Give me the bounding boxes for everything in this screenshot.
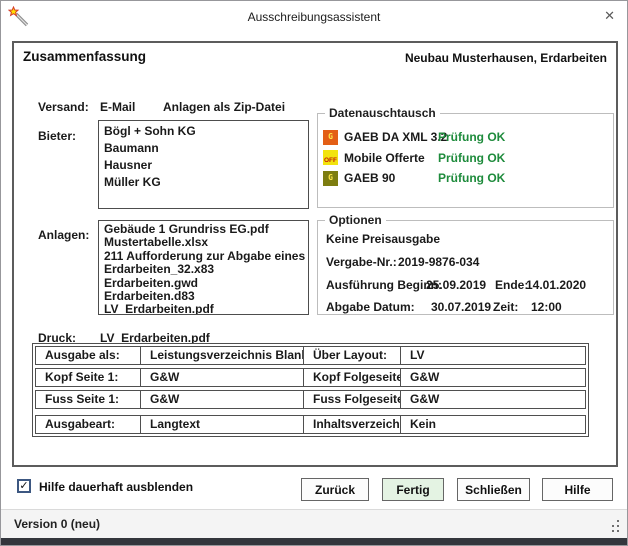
list-item[interactable]: Bögl + Sohn KG [104, 123, 303, 140]
table-cell-label: Fuss Seite 1: [35, 390, 141, 409]
table-cell-label: Ausgabeart: [35, 415, 141, 434]
datenaustausch-group-title: Datenauschtausch [325, 106, 440, 120]
window-title: Ausschreibungsassistent [247, 10, 381, 24]
project-title: Neubau Musterhausen, Erdarbeiten [404, 51, 607, 65]
table-cell-value: Kein [400, 415, 586, 434]
close-icon[interactable]: ✕ [604, 9, 615, 23]
table-cell-value: G&W [400, 368, 586, 387]
table-cell-value: G&W [140, 390, 304, 409]
abgabe-value: 30.07.2019 [431, 300, 492, 314]
abgabe-label: Abgabe Datum: [326, 300, 415, 314]
table-cell-value: Langtext [140, 415, 304, 434]
version-status: Version 0 (neu) [14, 517, 101, 531]
table-cell-label: Ausgabe als: [35, 346, 141, 365]
versand-method: E-Mail [100, 100, 136, 114]
bieter-listbox[interactable]: Bögl + Sohn KG Baumann Hausner Müller KG [98, 120, 309, 209]
status-bar: Version 0 (neu) [1, 509, 627, 538]
exchange-format-name: GAEB DA XML 3.2 [344, 130, 448, 145]
exchange-row: G GAEB DA XML 3.2 Prüfung OK [323, 127, 609, 148]
window-bottom-edge [1, 538, 627, 545]
help-button[interactable]: Hilfe [542, 478, 613, 501]
table-row: Ausgabe als: Leistungsverzeichnis Blanke… [35, 346, 586, 365]
table-cell-value: LV [400, 346, 586, 365]
hide-help-checkbox[interactable]: ✓ [17, 479, 31, 493]
ende-label: Ende: [495, 278, 529, 292]
gaeb-da-xml-icon: G [323, 129, 338, 145]
list-item[interactable]: 211 Aufforderung zur Abgabe eines Ang [104, 249, 308, 263]
table-row: Ausgabeart: Langtext Inhaltsverzeichnis:… [35, 415, 586, 434]
table-cell-value: G&W [140, 368, 304, 387]
list-item[interactable]: Erdarbeiten_32.x83 [104, 262, 303, 276]
page-title: Zusammenfassung [23, 49, 147, 64]
summary-panel: Zusammenfassung Neubau Musterhausen, Erd… [12, 41, 618, 467]
table-row: Fuss Seite 1: G&W Fuss Folgeseiten: G&W [35, 390, 586, 409]
table-cell-label: Über Layout: [303, 346, 401, 365]
versand-label: Versand: [38, 100, 89, 114]
titlebar: Ausschreibungsassistent ✕ [1, 1, 627, 33]
exchange-row: G GAEB 90 Prüfung OK [323, 168, 609, 189]
table-cell-label: Inhaltsverzeichnis: [303, 415, 401, 434]
optionen-group-title: Optionen [325, 213, 386, 227]
no-price-note: Keine Preisausgabe [326, 232, 441, 246]
table-cell-value: Leistungsverzeichnis Blankett [140, 346, 304, 365]
list-item[interactable]: Hausner [104, 157, 303, 174]
list-item[interactable]: Müller KG [104, 174, 303, 191]
check-status: Prüfung OK [438, 130, 506, 145]
back-button[interactable]: Zurück [301, 478, 369, 501]
vergabe-nr-value: 2019-9876-034 [398, 255, 480, 269]
exchange-row: OFF Mobile Offerte Prüfung OK [323, 148, 609, 169]
list-item[interactable]: Gebäude 1 Grundriss EG.pdf [104, 222, 303, 236]
anlagen-listbox[interactable]: Gebäude 1 Grundriss EG.pdf Mustertabelle… [98, 220, 309, 315]
table-cell-label: Fuss Folgeseiten: [303, 390, 401, 409]
finish-button[interactable]: Fertig [382, 478, 444, 501]
beginn-value: 25.09.2019 [426, 278, 487, 292]
vergabe-nr-label: Vergabe-Nr.: [326, 255, 397, 269]
bieter-label: Bieter: [38, 129, 77, 143]
resize-grip-icon[interactable] [607, 530, 609, 532]
exchange-format-name: Mobile Offerte [344, 150, 425, 165]
exchange-format-list: G GAEB DA XML 3.2 Prüfung OK OFF Mobile … [323, 127, 609, 189]
anlagen-label: Anlagen: [38, 228, 90, 242]
check-status: Prüfung OK [438, 150, 506, 165]
hide-help-checkbox-label: Hilfe dauerhaft ausblenden [39, 480, 194, 494]
list-item[interactable]: Baumann [104, 140, 303, 157]
versand-zip-mode: Anlagen als Zip-Datei [163, 100, 286, 114]
list-item[interactable]: Mustertabelle.xlsx [104, 235, 303, 249]
table-cell-label: Kopf Seite 1: [35, 368, 141, 387]
check-status: Prüfung OK [438, 171, 506, 186]
list-item[interactable]: LV_Erdarbeiten.pdf [104, 303, 303, 314]
optionen-group: Optionen Keine Preisausgabe Vergabe-Nr.:… [317, 213, 614, 315]
exchange-format-name: GAEB 90 [344, 171, 396, 186]
ausschreibungsassistent-window: Ausschreibungsassistent ✕ Zusammenfassun… [0, 0, 628, 546]
ende-value: 14.01.2020 [526, 278, 587, 292]
table-row: Kopf Seite 1: G&W Kopf Folgeseiten: G&W [35, 368, 586, 387]
beginn-label: Ausführung Beginn: [326, 278, 442, 292]
table-cell-value: G&W [400, 390, 586, 409]
gaeb-90-icon: G [323, 170, 338, 186]
table-cell-label: Kopf Folgeseiten: [303, 368, 401, 387]
zeit-label: Zeit: [493, 300, 519, 314]
zeit-value: 12:00 [531, 300, 562, 314]
list-item[interactable]: Erdarbeiten.d83 [104, 289, 303, 303]
close-button[interactable]: Schließen [457, 478, 530, 501]
druck-settings-table: Ausgabe als: Leistungsverzeichnis Blanke… [32, 343, 589, 437]
list-item[interactable]: Erdarbeiten.gwd [104, 276, 303, 290]
datenaustausch-group: Datenauschtausch G GAEB DA XML 3.2 Prüfu… [317, 106, 614, 208]
mobile-offerte-icon: OFF [323, 150, 338, 166]
